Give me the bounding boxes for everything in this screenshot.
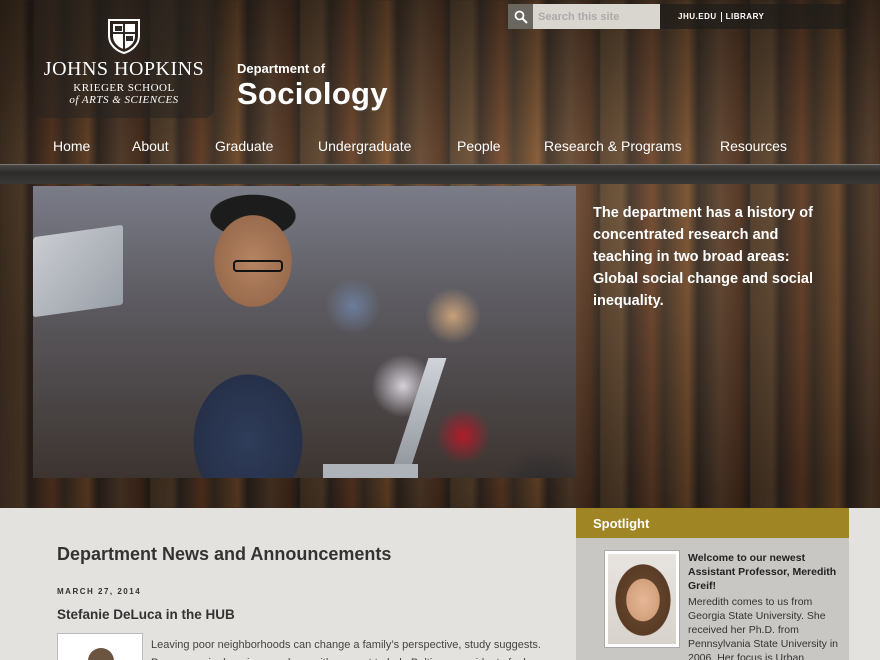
nav-divider-bar — [0, 164, 880, 184]
laptop-graphic — [33, 224, 123, 318]
laptop-screen-graphic — [389, 358, 447, 478]
glasses-graphic — [233, 260, 283, 272]
portrait-image — [608, 554, 676, 644]
news-date: MARCH 27, 2014 — [57, 587, 142, 596]
university-name: JOHNS HOPKINS — [43, 58, 205, 80]
spotlight-title[interactable]: Welcome to our newest Assistant Professo… — [688, 551, 838, 593]
library-link[interactable]: LIBRARY — [726, 12, 765, 21]
department-title[interactable]: Sociology — [237, 76, 388, 112]
shield-icon — [108, 19, 140, 54]
news-summary: Leaving poor neighborhoods can change a … — [151, 639, 541, 660]
search-button[interactable] — [508, 4, 533, 29]
spotlight-heading: Spotlight — [576, 508, 849, 538]
nav-undergraduate[interactable]: Undergraduate — [318, 138, 411, 154]
utility-links: JHU.EDU LIBRARY — [678, 12, 764, 22]
nav-graduate[interactable]: Graduate — [215, 138, 273, 154]
jhu-link[interactable]: JHU.EDU — [678, 12, 717, 21]
news-section-title: Department News and Announcements — [57, 544, 392, 564]
news-thumbnail[interactable] — [57, 633, 143, 660]
news-headline-link[interactable]: Stefanie DeLuca in the HUB — [57, 607, 235, 622]
school-name-line1: KRIEGER SCHOOL — [73, 82, 175, 94]
nav-home[interactable]: Home — [53, 138, 90, 154]
nav-resources[interactable]: Resources — [720, 138, 787, 154]
school-name-line2: of ARTS & SCIENCES — [69, 94, 179, 106]
hero-statement: The department has a history of concentr… — [593, 205, 813, 309]
search-icon — [514, 10, 528, 24]
nav-research-programs[interactable]: Research & Programs — [544, 138, 682, 154]
university-logo[interactable]: JOHNS HOPKINS KRIEGER SCHOOL of ARTS & S… — [34, 0, 214, 118]
thumbnail-photo — [88, 648, 114, 660]
divider — [720, 12, 722, 22]
laptop-keyboard-graphic — [323, 464, 418, 478]
search-input[interactable] — [533, 4, 660, 29]
nav-about[interactable]: About — [132, 138, 169, 154]
department-prefix: Department of — [237, 61, 326, 76]
spotlight-photo[interactable] — [604, 550, 680, 648]
spotlight-body: Meredith comes to us from Georgia State … — [688, 596, 838, 660]
hero-image — [33, 186, 576, 478]
nav-people[interactable]: People — [457, 138, 501, 154]
